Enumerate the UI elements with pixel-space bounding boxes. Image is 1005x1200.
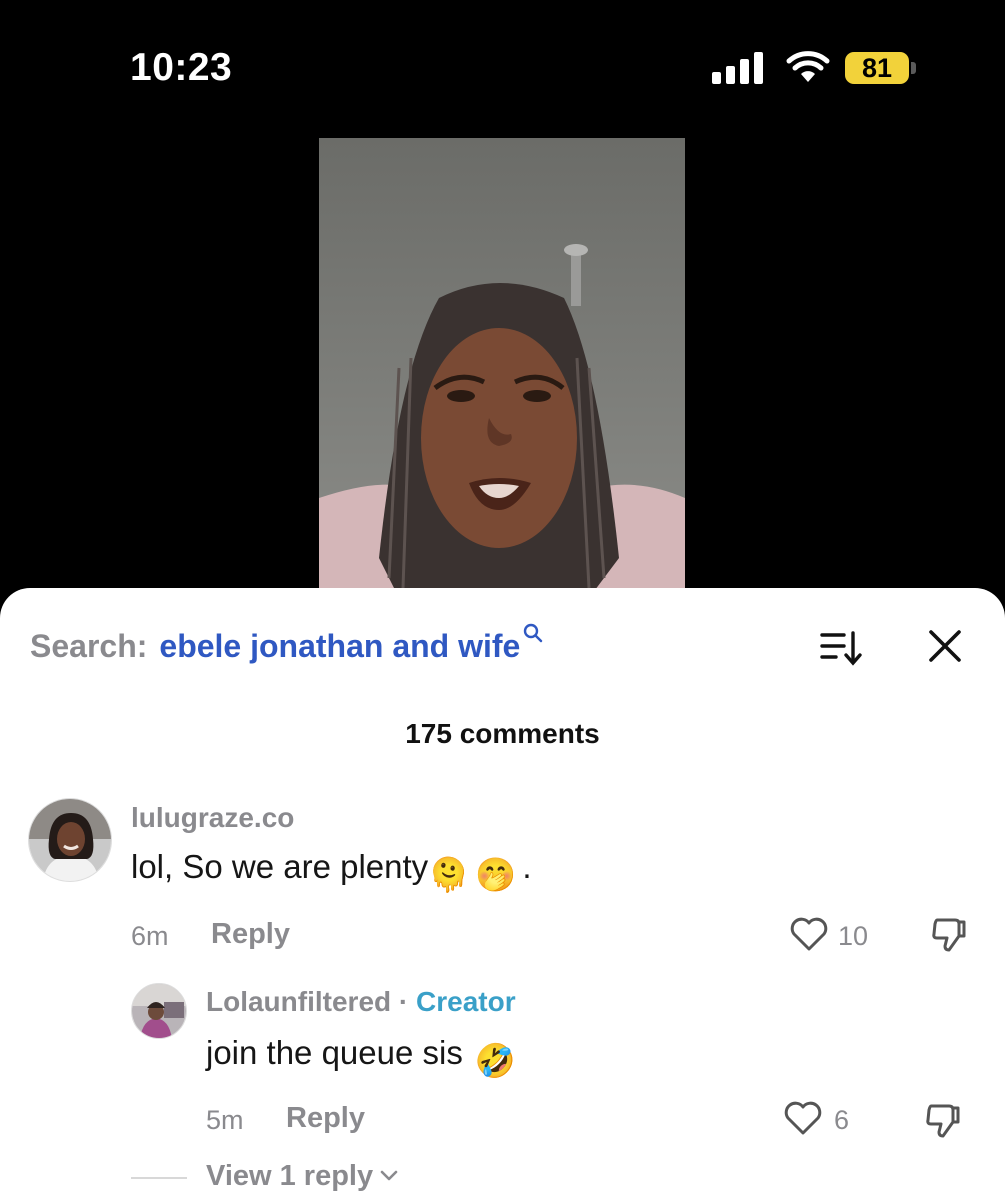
video-frame-image xyxy=(319,138,685,598)
view-replies-button[interactable]: View 1 reply xyxy=(206,1160,399,1193)
heart-icon[interactable] xyxy=(783,1100,823,1136)
rofl-emoji: 🤣 xyxy=(474,1042,516,1079)
close-icon[interactable] xyxy=(925,626,965,666)
cellular-signal-icon xyxy=(712,52,763,84)
search-icon xyxy=(524,623,543,643)
wifi-icon xyxy=(786,51,830,82)
comment-count: 175 comments xyxy=(405,718,600,749)
melting-face-emoji: 🫠 xyxy=(428,856,470,893)
reply-time: 5m xyxy=(206,1105,244,1135)
comments-sheet: Search: ebele jonathan and wife 175 comm… xyxy=(0,588,1005,1200)
like-count: 10 xyxy=(838,921,869,951)
view-replies-label: View 1 reply xyxy=(206,1160,374,1192)
creator-badge: Creator xyxy=(416,986,516,1017)
search-suggestion[interactable]: Search: ebele jonathan and wife xyxy=(30,623,543,668)
search-query-link[interactable]: ebele jonathan and wife xyxy=(159,628,520,665)
thumbs-down-icon[interactable] xyxy=(929,914,967,954)
comment-trailing: . xyxy=(522,848,532,885)
status-time: 10:23 xyxy=(130,46,233,89)
battery-tip xyxy=(911,62,916,74)
comment-text-body: lol, So we are plenty xyxy=(131,848,429,885)
comment-time: 6m xyxy=(131,921,169,951)
replies-divider xyxy=(131,1177,187,1179)
sort-icon[interactable] xyxy=(818,628,864,668)
heart-icon[interactable] xyxy=(789,916,829,952)
reply-button[interactable]: Reply xyxy=(211,918,290,951)
comment-username[interactable]: lulugraze.co xyxy=(131,802,294,834)
reply-button[interactable]: Reply xyxy=(286,1102,365,1135)
video-player[interactable] xyxy=(319,138,685,598)
avatar[interactable] xyxy=(131,983,187,1039)
reply-username[interactable]: Lolaunfiltered xyxy=(206,986,391,1017)
reply-text-body: join the queue sis xyxy=(206,1034,463,1071)
separator-dot: · xyxy=(398,986,409,1017)
chevron-down-icon xyxy=(380,1170,398,1181)
avatar[interactable] xyxy=(28,798,112,882)
search-prefix: Search: xyxy=(30,628,148,664)
battery-level: 81 xyxy=(861,52,893,83)
hand-over-mouth-emoji: 🤭 xyxy=(475,856,517,893)
comment-text: lol, So we are plenty🫠 🤭. xyxy=(131,848,532,895)
thumbs-down-icon[interactable] xyxy=(923,1100,961,1140)
battery-icon: 81 xyxy=(845,52,909,84)
status-bar: 10:23 81 xyxy=(0,0,1005,135)
like-count: 6 xyxy=(834,1105,850,1135)
reply-username-row: Lolaunfiltered · Creator xyxy=(206,986,516,1018)
reply-text: join the queue sis 🤣 xyxy=(206,1034,516,1081)
